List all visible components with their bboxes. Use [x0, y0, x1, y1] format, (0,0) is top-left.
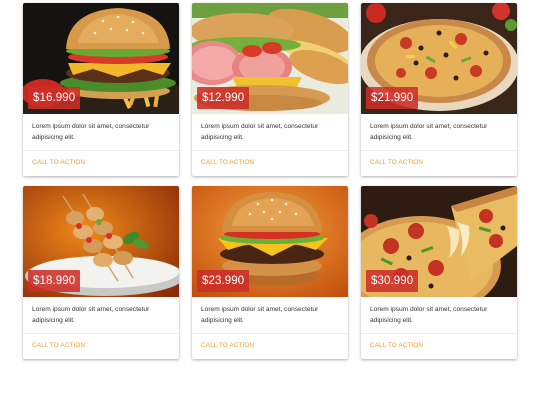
- chicken-skewers-image[interactable]: $18.990: [23, 186, 179, 297]
- call-to-action-link[interactable]: CALL TO ACTION: [370, 159, 423, 166]
- price-badge: $30.990: [366, 270, 419, 292]
- call-to-action-link[interactable]: CALL TO ACTION: [201, 342, 254, 349]
- call-to-action-link[interactable]: CALL TO ACTION: [32, 342, 85, 349]
- card-divider: [23, 150, 179, 151]
- card-description: Lorem ipsum dolor sit amet, consectetur …: [370, 123, 488, 141]
- product-card[interactable]: $16.990 Lorem ipsum dolor sit amet, cons…: [23, 3, 179, 176]
- product-card[interactable]: $18.990 Lorem ipsum dolor sit amet, cons…: [23, 186, 179, 359]
- ham-sandwich-image[interactable]: $12.990: [192, 3, 348, 114]
- card-divider: [361, 150, 517, 151]
- card-description: Lorem ipsum dolor sit amet, consectetur …: [32, 123, 150, 141]
- price-badge: $21.990: [366, 87, 419, 109]
- card-description: Lorem ipsum dolor sit amet, consectetur …: [370, 306, 488, 324]
- call-to-action-link[interactable]: CALL TO ACTION: [201, 159, 254, 166]
- price-badge: $18.990: [28, 270, 81, 292]
- price-badge: $12.990: [197, 87, 250, 109]
- cheeseburger-image[interactable]: $23.990: [192, 186, 348, 297]
- card-divider: [23, 333, 179, 334]
- price-badge: $23.990: [197, 270, 250, 292]
- card-divider: [192, 150, 348, 151]
- product-card[interactable]: $21.990 Lorem ipsum dolor sit amet, cons…: [361, 3, 517, 176]
- product-card[interactable]: $30.990 Lorem ipsum dolor sit amet, cons…: [361, 186, 517, 359]
- pizza-image[interactable]: $21.990: [361, 3, 517, 114]
- burger-with-fries-image[interactable]: $16.990: [23, 3, 179, 114]
- card-divider: [361, 333, 517, 334]
- call-to-action-link[interactable]: CALL TO ACTION: [370, 342, 423, 349]
- card-description: Lorem ipsum dolor sit amet, consectetur …: [201, 306, 319, 324]
- call-to-action-link[interactable]: CALL TO ACTION: [32, 159, 85, 166]
- product-card[interactable]: $23.990 Lorem ipsum dolor sit amet, cons…: [192, 186, 348, 359]
- card-description: Lorem ipsum dolor sit amet, consectetur …: [201, 123, 319, 141]
- product-card[interactable]: $12.990 Lorem ipsum dolor sit amet, cons…: [192, 3, 348, 176]
- price-badge: $16.990: [28, 87, 81, 109]
- card-description: Lorem ipsum dolor sit amet, consectetur …: [32, 306, 150, 324]
- card-divider: [192, 333, 348, 334]
- pizza-slice-image[interactable]: $30.990: [361, 186, 517, 297]
